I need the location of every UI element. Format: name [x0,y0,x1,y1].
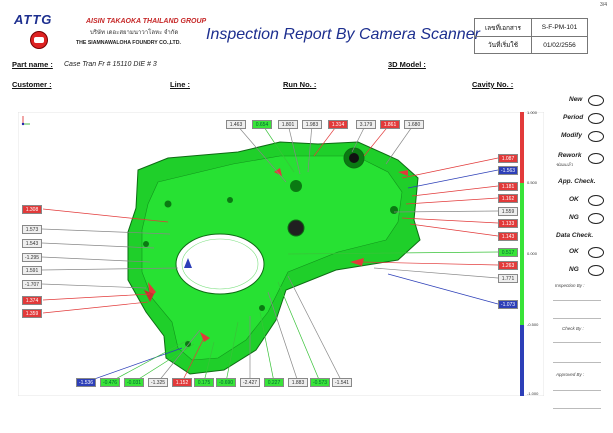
company-thai-name: บริษัท เดอะสยามนาวาโลหะ จำกัด [90,30,179,36]
attg-logo: ATTG [14,12,53,27]
part-name-value: Case Tran Fr # 15110 DIE # 3 [64,61,157,68]
bottom-measurement-label: 1.152 [172,378,192,387]
left-measurement-label: 1.543 [22,239,42,248]
modify-option-label: Modify [561,132,582,139]
data-check-heading: Data Check. [556,232,594,239]
top-measurement-label: 1.983 [302,120,322,129]
rework-option-label: Rework [558,152,582,159]
inspection-by-signature-line-2 [553,318,601,319]
bottom-measurement-label: -0.031 [124,378,144,387]
left-measurement-label: 1.573 [22,225,42,234]
right-measurement-label: 1.263 [498,261,518,270]
app-check-ng-label: NG [569,214,579,221]
left-measurement-label: 1.359 [22,309,42,318]
right-measurement-label: 1.143 [498,232,518,241]
doc-number-value: S-F-PM-101 [532,19,587,37]
inspection-by-label: Inspection By : [555,283,585,288]
inspection-by-signature-line [553,300,601,301]
document-info-box: เลขที่เอกสาร S-F-PM-101 วันที่เริ่มใช้ 0… [474,18,588,54]
modify-option-checkbox[interactable] [588,131,604,142]
right-measurement-label: 0.517 [498,248,518,257]
bottom-measurement-label: 0.175 [194,378,214,387]
approved-by-signature-line-2 [553,408,601,409]
left-measurement-label: 1.374 [22,296,42,305]
bottom-measurement-label: -0.573 [310,378,330,387]
bottom-measurement-label: 1.883 [288,378,308,387]
bottom-measurement-label: 0.227 [264,378,284,387]
period-option-label: Period [563,114,584,121]
top-measurement-label: 1.680 [404,120,424,129]
left-measurement-label: -1.707 [22,280,42,289]
customer-label: Customer : [12,80,52,89]
right-measurement-label: 1.087 [498,154,518,163]
app-check-ok-checkbox[interactable] [588,195,604,206]
check-by-signature-line [553,342,601,343]
rework-option-checkbox[interactable] [588,153,604,164]
check-by-signature-line-2 [553,362,601,363]
company-english-name: THE SIAMNAWALOHA FOUNDRY CO.,LTD. [76,40,181,46]
data-check-ng-checkbox[interactable] [588,265,604,276]
bottom-measurement-label: -1.541 [332,378,352,387]
approved-by-signature-line [553,390,601,391]
app-check-ng-checkbox[interactable] [588,213,604,224]
bottom-measurement-label: -1.325 [148,378,168,387]
right-measurement-label: -1.563 [498,166,518,175]
right-measurement-label: 1.162 [498,194,518,203]
right-measurement-label: 1.771 [498,274,518,283]
bottom-measurement-label: -2.427 [240,378,260,387]
part-name-label: Part name : [12,60,53,69]
scale-tick-bottom: -1.000 [527,391,539,396]
period-option-checkbox[interactable] [588,113,604,124]
cavity-number-label: Cavity No. : [472,80,514,89]
data-check-ng-label: NG [569,266,579,273]
app-check-heading: App. Check. [558,178,596,185]
data-check-ok-label: OK [569,248,579,255]
scale-tick-top: 1.000 [527,110,538,115]
right-measurement-label: 1.133 [498,219,518,228]
top-measurement-label: 1.801 [278,120,298,129]
approved-by-label: Approved By : [556,372,585,377]
top-measurement-label: 1.861 [380,120,400,129]
model-label: 3D Model : [388,60,426,69]
right-measurement-label: -1.073 [498,300,518,309]
top-measurement-label: 0.654 [252,120,272,129]
scan-plot [18,112,544,396]
page-number: 3/4 [600,2,607,8]
report-title: Inspection Report By Camera Scanner [206,26,480,43]
app-check-ok-label: OK [569,196,579,203]
line-label: Line : [170,80,190,89]
effective-date-value: 01/02/2556 [543,41,576,49]
right-measurement-label: 1.559 [498,207,518,216]
scale-tick-lower-mid: -0.500 [527,322,539,327]
deviation-color-scale [520,112,524,396]
scale-tick-mid: 0.000 [527,251,538,256]
run-number-label: Run No. : [283,80,317,89]
right-measurement-label: 1.181 [498,182,518,191]
left-measurement-label: 1.591 [22,266,42,275]
scale-tick-upper-mid: 0.500 [527,180,538,185]
data-check-ok-checkbox[interactable] [588,247,604,258]
doc-number-label: เลขที่เอกสาร [475,19,532,37]
top-measurement-label: 3.179 [356,120,376,129]
top-measurement-label: 1.314 [328,120,348,129]
bottom-measurement-label: -1.536 [76,378,96,387]
company-group-name: AISIN TAKAOKA THAILAND GROUP [86,18,207,25]
top-measurement-label: 1.463 [226,120,246,129]
check-by-label: Check By : [562,326,584,331]
rework-option-sublabel: ซ่อมแล้ว [556,162,573,167]
new-option-label: New [569,96,583,103]
new-option-checkbox[interactable] [588,95,604,106]
company-emblem-icon [30,31,48,49]
left-measurement-label: -1.295 [22,253,42,262]
bottom-measurement-label: -0.476 [100,378,120,387]
bottom-measurement-label: -0.690 [216,378,236,387]
left-measurement-label: 1.308 [22,205,42,214]
effective-date-label: วันที่เริ่มใช้ [475,37,532,53]
